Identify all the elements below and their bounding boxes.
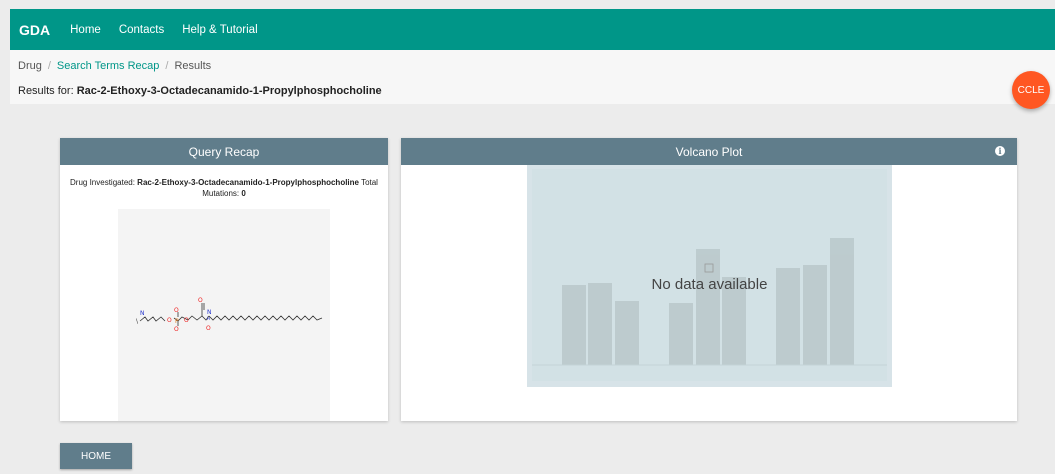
ccle-button[interactable]: CCLE bbox=[1012, 71, 1050, 109]
placeholder-bars bbox=[532, 238, 887, 366]
svg-text:O: O bbox=[184, 317, 189, 324]
chemical-structure-drawing: \ N O P O O O O N H O bbox=[136, 297, 323, 333]
volcano-plot-placeholder: No data available bbox=[527, 165, 892, 387]
svg-text:\: \ bbox=[136, 318, 139, 325]
svg-text:O: O bbox=[198, 297, 203, 304]
info-icon[interactable]: i bbox=[995, 146, 1005, 156]
results-prefix: Results for: bbox=[18, 85, 77, 97]
results-drug-name: Rac-2-Ethoxy-3-Octadecanamido-1-Propylph… bbox=[76, 85, 382, 97]
drug-name: Rac-2-Ethoxy-3-Octadecanamido-1-Propylph… bbox=[137, 178, 359, 187]
placeholder-background: No data available bbox=[532, 169, 887, 381]
breadcrumb-drug: Drug bbox=[18, 60, 42, 72]
svg-text:O: O bbox=[167, 317, 172, 324]
query-recap-title: Query Recap bbox=[188, 144, 260, 159]
svg-text:H: H bbox=[207, 316, 210, 321]
no-data-message: No data available bbox=[651, 276, 768, 293]
volcano-plot-title: Volcano Plot bbox=[675, 144, 743, 159]
volcano-plot-header: Volcano Plot i bbox=[401, 138, 1017, 165]
nav-home[interactable]: Home bbox=[70, 24, 101, 36]
svg-text:N: N bbox=[207, 309, 212, 316]
svg-text:N: N bbox=[140, 310, 145, 317]
mutations-value: 0 bbox=[241, 189, 246, 198]
breadcrumb-results: Results bbox=[174, 60, 212, 72]
volcano-plot-card: Volcano Plot i No data available bbox=[401, 138, 1017, 421]
svg-text:P: P bbox=[175, 318, 179, 325]
breadcrumb: Drug / Search Terms Recap / Results bbox=[18, 60, 211, 72]
svg-text:O: O bbox=[206, 325, 211, 332]
drug-investigated-text: Drug Investigated: Rac-2-Ethoxy-3-Octade… bbox=[60, 165, 388, 199]
nav-contacts[interactable]: Contacts bbox=[119, 24, 164, 36]
svg-text:O: O bbox=[174, 307, 179, 314]
nav-help-tutorial[interactable]: Help & Tutorial bbox=[182, 24, 257, 36]
brand-logo[interactable]: GDA bbox=[19, 22, 50, 38]
breadcrumb-separator: / bbox=[47, 60, 51, 72]
query-recap-header: Query Recap bbox=[60, 138, 388, 165]
results-heading: Results for: Rac-2-Ethoxy-3-Octadecanami… bbox=[18, 85, 382, 97]
home-button[interactable]: HOME bbox=[60, 443, 132, 469]
query-recap-card: Query Recap Drug Investigated: Rac-2-Eth… bbox=[60, 138, 388, 421]
svg-text:O: O bbox=[174, 326, 179, 333]
top-navbar: GDA Home Contacts Help & Tutorial bbox=[10, 9, 1055, 50]
breadcrumb-search-terms-recap[interactable]: Search Terms Recap bbox=[57, 60, 160, 72]
subheader: Drug / Search Terms Recap / Results Results … bbox=[10, 50, 1055, 104]
breadcrumb-separator: / bbox=[165, 60, 169, 72]
chemical-structure-image: \ N O P O O O O N H O bbox=[118, 209, 330, 421]
drug-label: Drug Investigated: bbox=[70, 178, 138, 187]
